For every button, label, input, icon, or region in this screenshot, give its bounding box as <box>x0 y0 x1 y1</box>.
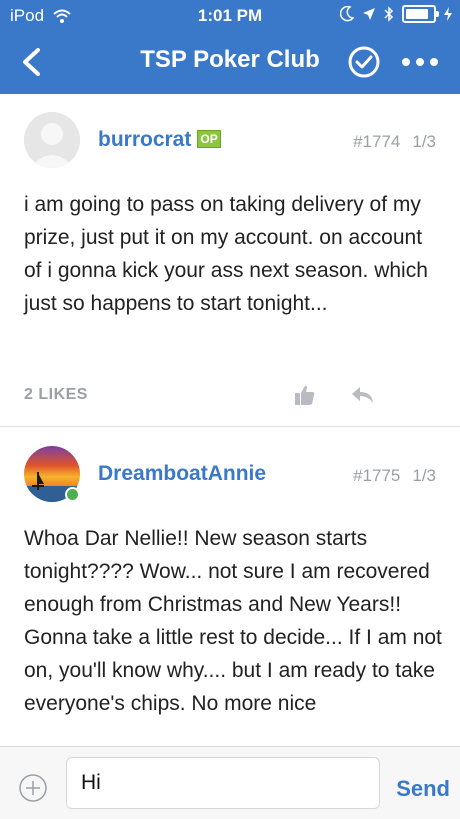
battery-icon <box>402 5 439 23</box>
message-input[interactable] <box>66 757 380 809</box>
check-circle-icon[interactable] <box>346 44 382 80</box>
post-body: Whoa Dar Nellie!! New season starts toni… <box>24 527 442 715</box>
reply-composer: Send <box>0 746 460 819</box>
avatar[interactable] <box>24 112 80 168</box>
top-bar: iPod 1:01 PM TSP Poker Club <box>0 0 460 94</box>
post-number: #1775 1/3 <box>353 466 436 485</box>
more-icon[interactable] <box>400 50 440 74</box>
charging-icon <box>444 7 452 21</box>
status-bar: iPod 1:01 PM <box>0 0 460 32</box>
moon-icon <box>340 6 354 22</box>
nav-bar: TSP Poker Club <box>0 32 460 94</box>
default-avatar-icon <box>24 112 80 168</box>
post-body: i am going to pass on taking delivery of… <box>24 193 428 315</box>
username[interactable]: burrocrat OP <box>98 128 221 152</box>
location-icon <box>363 8 375 20</box>
online-indicator <box>65 487 80 502</box>
post-number: #1774 1/3 <box>353 132 436 151</box>
username[interactable]: DreamboatAnnie <box>98 462 266 486</box>
avatar[interactable] <box>24 446 80 502</box>
like-icon[interactable] <box>294 384 316 406</box>
op-badge: OP <box>197 130 221 148</box>
page-title: TSP Poker Club <box>140 46 320 73</box>
likes-count[interactable]: 2 LIKES <box>24 386 88 404</box>
post-1774: burrocrat OP #1774 1/3 i am going to pass … <box>0 94 460 426</box>
send-button[interactable]: Send <box>396 776 450 802</box>
bluetooth-icon <box>384 6 394 22</box>
add-attachment-icon[interactable] <box>18 773 48 803</box>
reply-icon[interactable] <box>350 384 376 406</box>
post-1775: DreamboatAnnie #1775 1/3 Whoa Dar Nellie!… <box>0 426 460 746</box>
